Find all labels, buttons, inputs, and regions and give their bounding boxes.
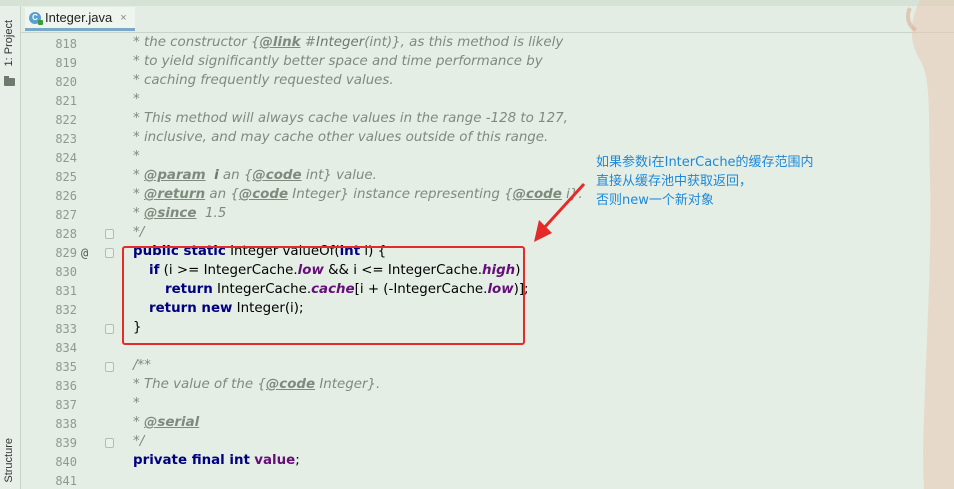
annotation-line: 如果参数i在InterCache的缓存范围内 xyxy=(596,155,814,170)
code-line-823: * inclusive, and may cache other values … xyxy=(133,130,549,145)
line-number: 822 xyxy=(55,113,77,127)
line-number: 840 xyxy=(55,455,77,469)
line-number: 828 xyxy=(55,227,77,241)
code-line-836: * The value of the {@code Integer}. xyxy=(133,377,381,392)
fold-marker-icon[interactable] xyxy=(105,324,114,334)
code-line-826: * @return an {@code Integer} instance re… xyxy=(133,187,583,202)
line-number: 826 xyxy=(55,189,77,203)
line-number: 837 xyxy=(55,398,77,412)
code-line-825: * @param i an {@code int} value. xyxy=(133,168,377,183)
code-line-818: * the constructor {@link #Integer(int)},… xyxy=(133,35,564,50)
fold-marker-icon[interactable] xyxy=(105,362,114,372)
arrow-icon xyxy=(534,182,586,242)
folder-icon[interactable] xyxy=(4,76,15,86)
background-figure-decoration xyxy=(906,0,954,489)
code-line-828: */ xyxy=(133,225,145,240)
line-number: 818 xyxy=(55,37,77,51)
code-line-840: private final int value; xyxy=(133,453,300,468)
structure-tool-button[interactable]: Structure xyxy=(3,438,15,483)
annotation-line: 否则new一个新对象 xyxy=(596,193,714,208)
line-number: 836 xyxy=(55,379,77,393)
code-line-827: * @since 1.5 xyxy=(133,206,227,221)
tab-integer-java[interactable]: C Integer.java × xyxy=(25,7,135,31)
line-number: 833 xyxy=(55,322,77,336)
close-icon[interactable]: × xyxy=(120,12,126,24)
line-number: 832 xyxy=(55,303,77,317)
override-marker-icon[interactable]: @ xyxy=(81,246,88,260)
line-number: 819 xyxy=(55,56,77,70)
fold-marker-icon[interactable] xyxy=(105,229,114,239)
line-number: 830 xyxy=(55,265,77,279)
tab-label: Integer.java xyxy=(45,10,113,25)
line-number: 824 xyxy=(55,151,77,165)
code-line-824: * xyxy=(133,149,140,164)
line-number: 820 xyxy=(55,75,77,89)
line-number: 831 xyxy=(55,284,77,298)
fold-marker-icon[interactable] xyxy=(105,438,114,448)
annotation-line: 直接从缓存池中获取返回， xyxy=(596,174,753,189)
code-line-820: * caching frequently requested values. xyxy=(133,73,394,88)
line-number: 823 xyxy=(55,132,77,146)
project-tool-button[interactable]: 1: Project xyxy=(3,20,15,66)
line-number: 834 xyxy=(55,341,77,355)
editor-tab-bar: C Integer.java × xyxy=(21,6,954,33)
code-line-822: * This method will always cache values i… xyxy=(133,111,568,126)
line-number: 838 xyxy=(55,417,77,431)
line-number: 825 xyxy=(55,170,77,184)
line-number: 827 xyxy=(55,208,77,222)
code-line-839: */ xyxy=(133,434,145,449)
highlight-box xyxy=(122,246,525,345)
editor-gutter: 818 819 820 821 822 823 824 825 826 827 … xyxy=(21,33,121,489)
annotation-note: 如果参数i在InterCache的缓存范围内 直接从缓存池中获取返回， 否则ne… xyxy=(596,153,886,210)
java-class-icon: C xyxy=(29,11,43,25)
code-line-835: /** xyxy=(133,358,151,373)
left-tool-window-bar: 1: Project Structure xyxy=(0,6,21,489)
line-number: 841 xyxy=(55,474,77,488)
line-number: 835 xyxy=(55,360,77,374)
code-line-837: * xyxy=(133,396,140,411)
fold-marker-icon[interactable] xyxy=(105,248,114,258)
code-line-838: * @serial xyxy=(133,415,200,430)
line-number: 839 xyxy=(55,436,77,450)
line-number: 821 xyxy=(55,94,77,108)
code-line-821: * xyxy=(133,92,140,107)
line-number: 829 xyxy=(55,246,77,260)
code-line-819: * to yield significantly better space an… xyxy=(133,54,543,69)
